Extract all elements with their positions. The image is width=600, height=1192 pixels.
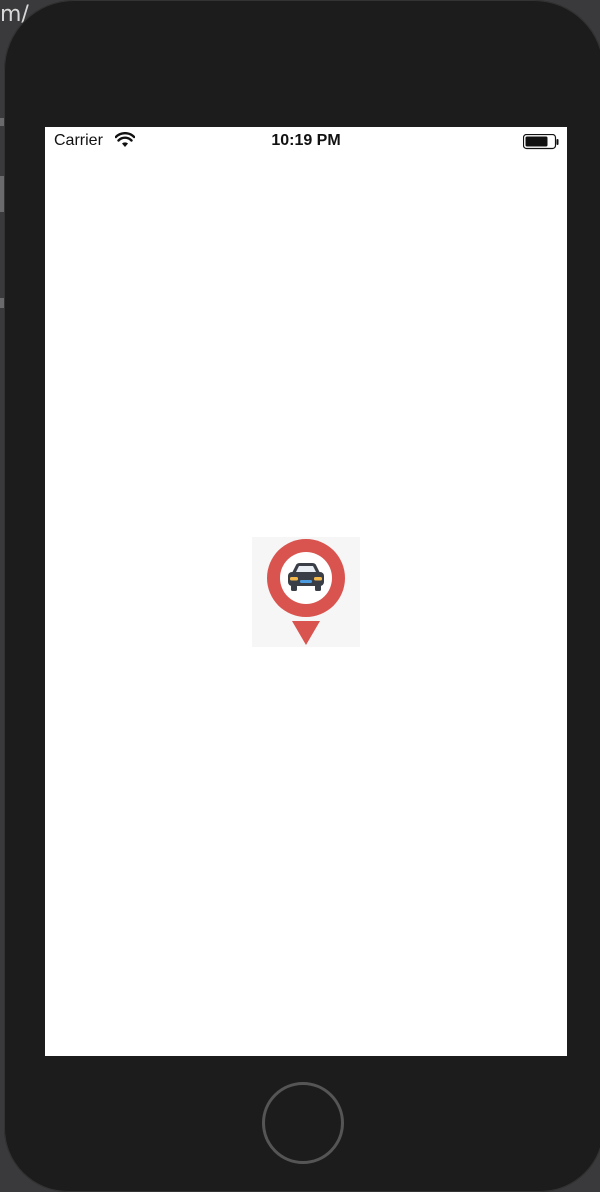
status-time: 10:19 PM bbox=[271, 132, 341, 149]
splash-logo bbox=[252, 537, 360, 647]
iphone-simulator-frame: Carrier 10:19 PM bbox=[4, 0, 600, 1192]
status-bar: Carrier 10:19 PM bbox=[45, 127, 567, 155]
battery-icon bbox=[523, 134, 559, 150]
car-location-pin-icon bbox=[267, 539, 345, 645]
home-button[interactable] bbox=[262, 1082, 344, 1164]
device-screen: Carrier 10:19 PM bbox=[45, 127, 567, 1056]
